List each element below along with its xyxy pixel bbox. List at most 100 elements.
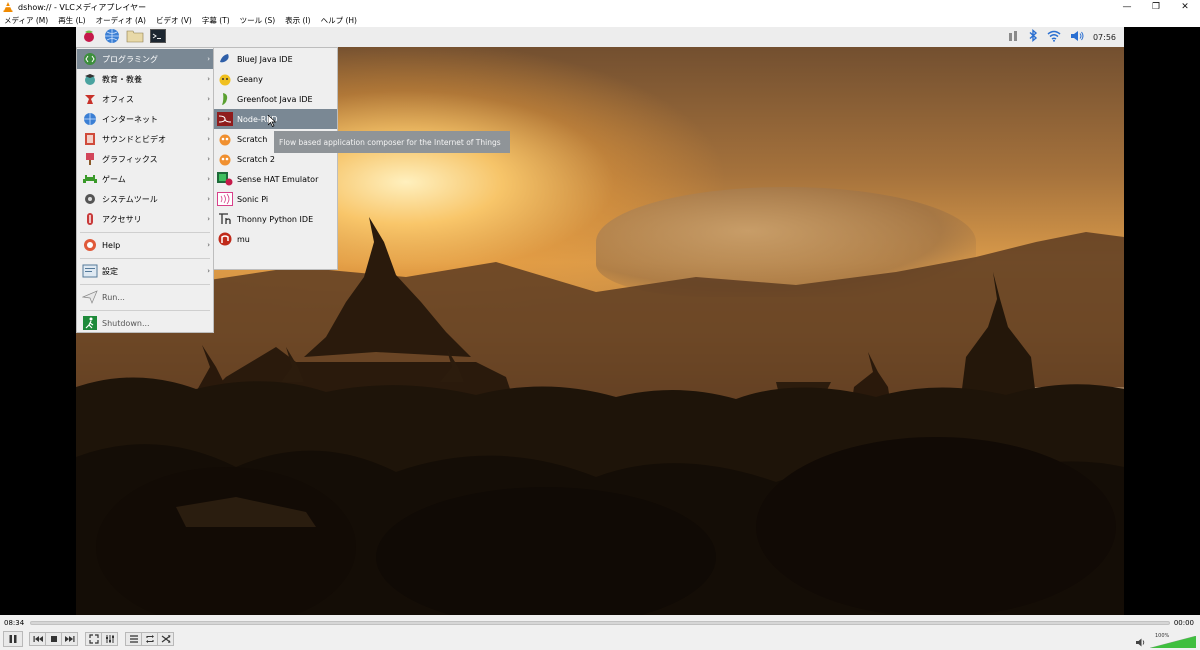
- terminal-button[interactable]: [148, 28, 168, 46]
- wifi-icon[interactable]: [1047, 30, 1061, 45]
- mouse-cursor-icon: [268, 115, 276, 127]
- run-icon: [82, 289, 98, 305]
- submenu-item-sense-hat[interactable]: Sense HAT Emulator: [214, 169, 337, 189]
- video-area[interactable]: 07:56 プログラミング › 教育・教養 › オフィス › インターネット ›…: [0, 27, 1200, 615]
- application-menu: プログラミング › 教育・教養 › オフィス › インターネット › サウンドと…: [76, 47, 214, 333]
- submenu-item-label: Sense HAT Emulator: [237, 174, 319, 184]
- submenu-item-mu[interactable]: mu: [214, 229, 337, 249]
- chevron-right-icon: ›: [207, 135, 210, 143]
- menu-video[interactable]: ビデオ (V): [156, 15, 192, 26]
- menu-media[interactable]: メディア (M): [4, 15, 48, 26]
- mute-button[interactable]: [1136, 638, 1146, 650]
- chevron-right-icon: ›: [207, 55, 210, 63]
- restore-button[interactable]: ❐: [1141, 0, 1171, 14]
- menu-item-label: ゲーム: [102, 174, 126, 184]
- menu-item-office[interactable]: オフィス ›: [77, 89, 213, 109]
- submenu-item-label: BlueJ Java IDE: [237, 54, 293, 64]
- extended-settings-button[interactable]: [101, 632, 118, 646]
- close-icon: ✕: [1181, 2, 1189, 12]
- menu-item-label: Help: [102, 240, 121, 250]
- network-icon[interactable]: [1007, 30, 1019, 45]
- menu-subtitle[interactable]: 字幕 (T): [202, 15, 230, 26]
- remaining-time[interactable]: 00:00: [1174, 619, 1194, 627]
- menu-item-label: 教育・教養: [102, 74, 142, 84]
- pause-button[interactable]: [3, 631, 23, 647]
- menu-playback[interactable]: 再生 (L): [58, 15, 85, 26]
- file-manager-icon: [126, 29, 144, 46]
- menu-separator: [80, 232, 210, 233]
- menu-audio[interactable]: オーディオ (A): [96, 15, 146, 26]
- menu-item-education[interactable]: 教育・教養 ›: [77, 69, 213, 89]
- sense-hat-icon: [217, 171, 233, 187]
- close-button[interactable]: ✕: [1170, 0, 1200, 14]
- menu-item-label: インターネット: [102, 114, 158, 124]
- games-icon: [82, 171, 98, 187]
- fullscreen-icon: [88, 634, 99, 644]
- sound-video-icon: [82, 131, 98, 147]
- greenfoot-icon: [217, 91, 233, 107]
- bluej-icon: [217, 51, 233, 67]
- menu-view[interactable]: 表示 (I): [285, 15, 310, 26]
- chevron-right-icon: ›: [207, 115, 210, 123]
- file-manager-button[interactable]: [125, 28, 145, 46]
- raspberry-menu-icon: [82, 29, 96, 46]
- speaker-icon: [1136, 638, 1145, 647]
- vlc-menubar: メディア (M) 再生 (L) オーディオ (A) ビデオ (V) 字幕 (T)…: [0, 14, 1200, 27]
- scratch2-icon: [217, 151, 233, 167]
- terminal-icon: [150, 28, 166, 46]
- menu-item-settings[interactable]: 設定 ›: [77, 261, 213, 281]
- chevron-right-icon: ›: [207, 215, 210, 223]
- volume-icon[interactable]: [1070, 30, 1084, 45]
- submenu-item-label: Geany: [237, 74, 263, 84]
- menu-help[interactable]: ヘルプ (H): [321, 15, 357, 26]
- menu-tools[interactable]: ツール (S): [240, 15, 276, 26]
- menu-item-run[interactable]: Run...: [77, 287, 213, 307]
- seek-slider[interactable]: [30, 621, 1170, 625]
- raspberry-menu-button[interactable]: [79, 28, 99, 46]
- menu-item-label: Shutdown...: [102, 318, 150, 328]
- fullscreen-button[interactable]: [85, 632, 102, 646]
- loop-button[interactable]: [141, 632, 158, 646]
- volume-slider[interactable]: [1150, 636, 1196, 648]
- menu-separator: [80, 284, 210, 285]
- programming-icon: [82, 51, 98, 67]
- menu-item-graphics[interactable]: グラフィックス ›: [77, 149, 213, 169]
- submenu-item-label: Thonny Python IDE: [237, 214, 314, 224]
- submenu-item-greenfoot[interactable]: Greenfoot Java IDE: [214, 89, 337, 109]
- extended-settings-icon: [105, 635, 114, 643]
- stop-icon: [50, 636, 57, 642]
- previous-button[interactable]: [29, 632, 46, 646]
- chevron-right-icon: ›: [207, 267, 210, 275]
- menu-item-label: 設定: [102, 266, 118, 276]
- next-icon: [64, 636, 74, 642]
- menu-item-system-tools[interactable]: システムツール ›: [77, 189, 213, 209]
- elapsed-time: 08:34: [4, 619, 25, 627]
- menu-item-label: プログラミング: [102, 54, 158, 64]
- menu-item-shutdown[interactable]: Shutdown...: [77, 313, 213, 333]
- pause-icon: [9, 635, 17, 643]
- menu-item-help[interactable]: Help ›: [77, 235, 213, 255]
- thonny-icon: [217, 211, 233, 227]
- menu-item-programming[interactable]: プログラミング ›: [77, 49, 213, 69]
- submenu-item-geany[interactable]: Geany: [214, 69, 337, 89]
- settings-icon: [82, 263, 98, 279]
- stop-button[interactable]: [45, 632, 62, 646]
- submenu-item-sonic-pi[interactable]: Sonic Pi: [214, 189, 337, 209]
- playlist-button[interactable]: [125, 632, 142, 646]
- menu-item-games[interactable]: ゲーム ›: [77, 169, 213, 189]
- chevron-right-icon: ›: [207, 95, 210, 103]
- menu-item-sound-video[interactable]: サウンドとビデオ ›: [77, 129, 213, 149]
- next-button[interactable]: [61, 632, 78, 646]
- menu-item-accessories[interactable]: アクセサリ ›: [77, 209, 213, 229]
- shuffle-button[interactable]: [157, 632, 174, 646]
- submenu-item-bluej[interactable]: BlueJ Java IDE: [214, 49, 337, 69]
- web-browser-button[interactable]: [102, 28, 122, 46]
- bluetooth-icon[interactable]: [1028, 29, 1038, 45]
- submenu-item-thonny[interactable]: Thonny Python IDE: [214, 209, 337, 229]
- node-red-icon: [217, 111, 233, 127]
- graphics-icon: [82, 151, 98, 167]
- menu-item-internet[interactable]: インターネット ›: [77, 109, 213, 129]
- chevron-right-icon: ›: [207, 195, 210, 203]
- internet-icon: [82, 111, 98, 127]
- minimize-button[interactable]: —: [1112, 0, 1142, 14]
